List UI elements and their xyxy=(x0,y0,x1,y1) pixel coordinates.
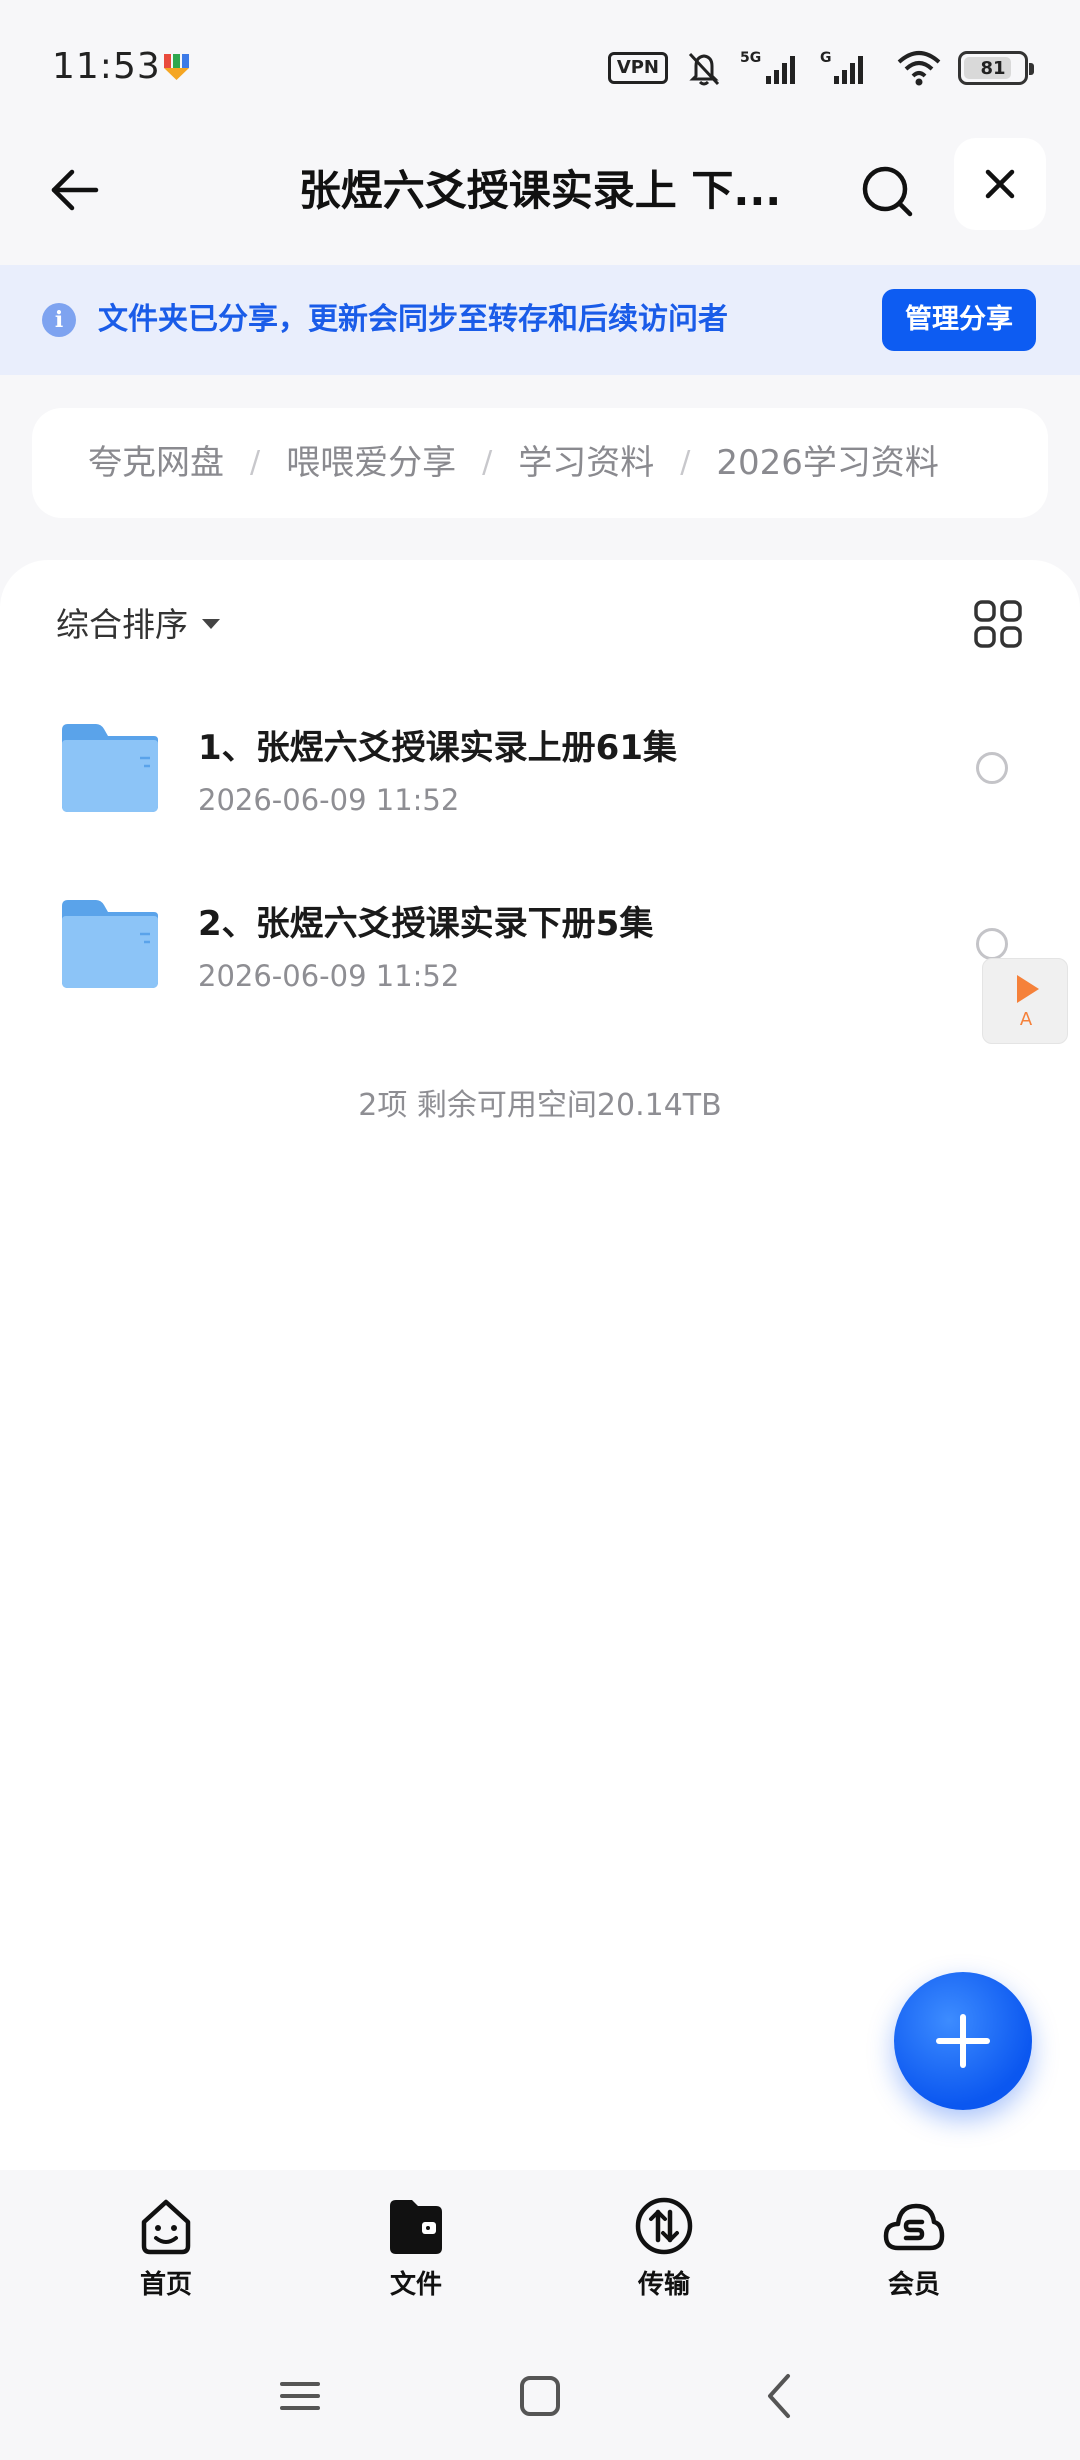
nav-item-files[interactable]: 文件 xyxy=(346,2194,486,2304)
nav-item-home[interactable]: 首页 xyxy=(96,2194,236,2304)
home-square-icon[interactable] xyxy=(510,2366,570,2426)
page-title: 张煜六爻授课实录上 下... xyxy=(298,166,782,215)
home-face-icon xyxy=(141,2199,191,2255)
download-app-icon xyxy=(164,54,189,80)
battery-level: 81 xyxy=(980,57,1006,79)
nav-label: 首页 xyxy=(139,2270,192,2300)
floating-player-widget[interactable]: A xyxy=(982,958,1068,1044)
folder-row[interactable]: 2、张煜六爻授课实录下册5集 2026-06-09 11:52 xyxy=(0,866,1080,1016)
member-cloud-icon xyxy=(883,2203,945,2251)
folder-icon xyxy=(62,724,158,812)
breadcrumb-fade xyxy=(978,408,1048,518)
info-icon: i xyxy=(42,303,76,337)
folder-name: 2、张煜六爻授课实录下册5集 xyxy=(198,904,654,944)
sort-label: 综合排序 xyxy=(56,605,188,644)
system-navigation-bar xyxy=(0,2330,1080,2460)
breadcrumb-item[interactable]: 喂喂爱分享 xyxy=(286,408,456,518)
signal-5g-icon: 5G xyxy=(740,50,795,84)
search-icon xyxy=(862,166,913,217)
folder-name: 1、张煜六爻授课实录上册61集 xyxy=(198,728,677,768)
folder-date: 2026-06-09 11:52 xyxy=(198,959,460,993)
nav-item-member[interactable]: 会员 xyxy=(844,2194,984,2304)
bottom-nav: 首页 文件 传输 会员 xyxy=(0,2170,1080,2320)
status-bar: 11:53 VPN 5G G 81 xyxy=(0,0,1080,130)
nav-item-transfer[interactable]: 传输 xyxy=(594,2194,734,2304)
folder-date: 2026-06-09 11:52 xyxy=(198,783,460,817)
breadcrumb-separator: / xyxy=(482,445,493,480)
mute-bell-icon xyxy=(688,52,720,86)
add-button[interactable] xyxy=(894,1972,1032,2110)
quark-drive-folder-screen: 11:53 VPN 5G G 81 张煜六爻授课实录上 下... i 文件夹已分… xyxy=(0,0,1080,2460)
search-button[interactable] xyxy=(850,154,926,230)
menu-icon[interactable] xyxy=(270,2366,330,2426)
sort-dropdown[interactable]: 综合排序 xyxy=(56,598,220,646)
transfer-icon xyxy=(635,2197,693,2255)
play-icon xyxy=(1017,975,1039,1003)
back-chevron-icon[interactable] xyxy=(750,2366,810,2426)
share-banner: i 文件夹已分享，更新会同步至转存和后续访问者 管理分享 xyxy=(0,265,1080,375)
back-button[interactable] xyxy=(36,152,112,228)
header: 张煜六爻授课实录上 下... xyxy=(0,130,1080,260)
status-icons: VPN 5G G 81 xyxy=(607,46,1034,90)
breadcrumb-item-root[interactable]: 夸克网盘 xyxy=(88,408,224,518)
close-button[interactable] xyxy=(954,138,1046,230)
select-radio[interactable] xyxy=(976,752,1008,784)
network-5g-label: 5G xyxy=(740,50,761,66)
wifi-icon xyxy=(897,51,941,86)
select-radio[interactable] xyxy=(976,928,1008,960)
manage-share-button[interactable]: 管理分享 xyxy=(882,289,1036,351)
breadcrumb-separator: / xyxy=(250,445,261,480)
storage-summary: 2项 剩余可用空间20.14TB xyxy=(358,1088,722,1123)
breadcrumb-item[interactable]: 学习资料 xyxy=(518,408,654,518)
folder-icon xyxy=(62,900,158,988)
signal-g-icon: G xyxy=(820,50,863,84)
floating-widget-letter: A xyxy=(1019,1009,1033,1030)
file-list-panel: 综合排序 1、张煜六爻授课实录上册61集 2026-06-09 11:52 2、… xyxy=(0,560,1080,2200)
nav-label: 会员 xyxy=(887,2270,940,2300)
folder-row[interactable]: 1、张煜六爻授课实录上册61集 2026-06-09 11:52 xyxy=(0,690,1080,840)
network-g-label: G xyxy=(820,50,832,66)
grid-view-icon[interactable] xyxy=(970,596,1026,652)
nav-label: 传输 xyxy=(637,2270,690,2300)
close-icon xyxy=(985,169,1015,199)
folder-wallet-icon xyxy=(390,2200,442,2254)
vpn-badge: VPN xyxy=(607,52,668,84)
caret-down-icon xyxy=(202,619,220,629)
battery-indicator: 81 xyxy=(958,51,1034,85)
plus-icon xyxy=(936,2014,990,2068)
nav-label: 文件 xyxy=(389,2270,442,2300)
status-time: 11:53 xyxy=(52,46,161,87)
arrow-left-icon xyxy=(51,169,99,211)
breadcrumb-separator: / xyxy=(680,445,691,480)
breadcrumb: 夸克网盘 / 喂喂爱分享 / 学习资料 / 2026学习资料 xyxy=(32,408,1048,518)
share-message: 文件夹已分享，更新会同步至转存和后续访问者 xyxy=(98,302,728,337)
breadcrumb-item-current[interactable]: 2026学习资料 xyxy=(716,408,939,518)
